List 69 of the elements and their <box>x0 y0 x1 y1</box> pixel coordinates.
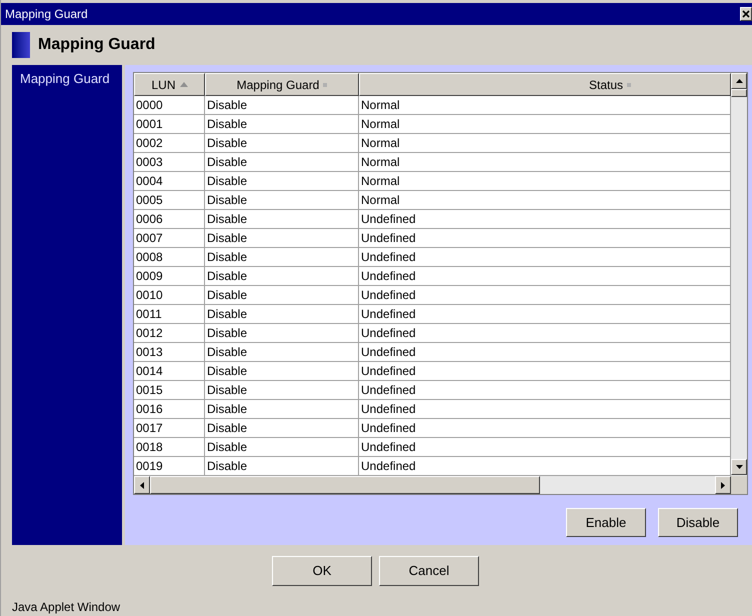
table-cell: 0005 <box>134 191 205 209</box>
status-text: Java Applet Window <box>11 599 122 616</box>
scroll-right-button[interactable] <box>715 476 731 494</box>
scroll-left-button[interactable] <box>134 476 150 494</box>
table-cell: 0000 <box>134 96 205 114</box>
up-arrow-icon <box>736 79 742 83</box>
table-cell: 0015 <box>134 381 205 399</box>
table-cell: Disable <box>205 248 359 266</box>
sort-ascending-icon <box>180 82 188 87</box>
horizontal-scrollbar[interactable] <box>134 476 731 494</box>
header-accent-bar <box>12 32 30 58</box>
table-cell: Disable <box>205 400 359 418</box>
sidebar-item[interactable]: Mapping Guard <box>12 69 122 88</box>
left-arrow-icon <box>140 482 144 488</box>
down-arrow-icon <box>736 465 742 469</box>
column-header[interactable]: LUN <box>134 73 205 96</box>
scroll-down-button[interactable] <box>731 459 747 475</box>
table-cell: 0010 <box>134 286 205 304</box>
table-cell: Disable <box>205 286 359 304</box>
table-cell: Disable <box>205 210 359 228</box>
table-cell: Disable <box>205 115 359 133</box>
table-cell: 0001 <box>134 115 205 133</box>
window-title: Mapping Guard <box>5 6 88 23</box>
column-header[interactable]: Mapping Guard <box>205 73 359 96</box>
table-cell: 0013 <box>134 343 205 361</box>
table-cell: 0002 <box>134 134 205 152</box>
table-cell: Disable <box>205 191 359 209</box>
right-arrow-icon <box>721 482 725 488</box>
table-cell: 0009 <box>134 267 205 285</box>
table-cell: 0016 <box>134 400 205 418</box>
dialog-button[interactable]: OK <box>272 556 372 586</box>
table-cell: Disable <box>205 343 359 361</box>
table-cell: 0018 <box>134 438 205 456</box>
table-cell: 0012 <box>134 324 205 342</box>
table-cell: 0011 <box>134 305 205 323</box>
scroll-thumb[interactable] <box>731 89 747 97</box>
column-header[interactable]: Status <box>359 73 731 96</box>
table-cell: Disable <box>205 153 359 171</box>
table-cell: Disable <box>205 419 359 437</box>
table-cell: Disable <box>205 362 359 380</box>
table-cell: Disable <box>205 229 359 247</box>
action-button[interactable]: Disable <box>658 508 738 537</box>
scroll-thumb[interactable] <box>150 476 540 494</box>
table-cell: Disable <box>205 324 359 342</box>
table-cell: Disable <box>205 172 359 190</box>
table-cell: Disable <box>205 134 359 152</box>
close-button[interactable] <box>740 7 752 21</box>
table-cell: 0004 <box>134 172 205 190</box>
table-cell: 0014 <box>134 362 205 380</box>
page-heading: Mapping Guard <box>38 35 156 55</box>
table-cell: 0007 <box>134 229 205 247</box>
table-cell: Disable <box>205 381 359 399</box>
close-icon <box>742 10 750 18</box>
table-cell: Disable <box>205 305 359 323</box>
table-cell: 0017 <box>134 419 205 437</box>
unsorted-icon <box>323 82 328 86</box>
table-cell: 0008 <box>134 248 205 266</box>
table-cell: Disable <box>205 438 359 456</box>
unsorted-icon <box>627 82 632 86</box>
dialog-button[interactable]: Cancel <box>379 556 479 586</box>
table-cell: 0019 <box>134 457 205 475</box>
table-cell: Disable <box>205 267 359 285</box>
vertical-scrollbar[interactable] <box>731 73 747 476</box>
scroll-up-button[interactable] <box>731 73 747 89</box>
table-cell: Disable <box>205 96 359 114</box>
table-cell: 0003 <box>134 153 205 171</box>
table-cell: 0006 <box>134 210 205 228</box>
action-button[interactable]: Enable <box>566 508 646 537</box>
table-cell: Disable <box>205 457 359 475</box>
